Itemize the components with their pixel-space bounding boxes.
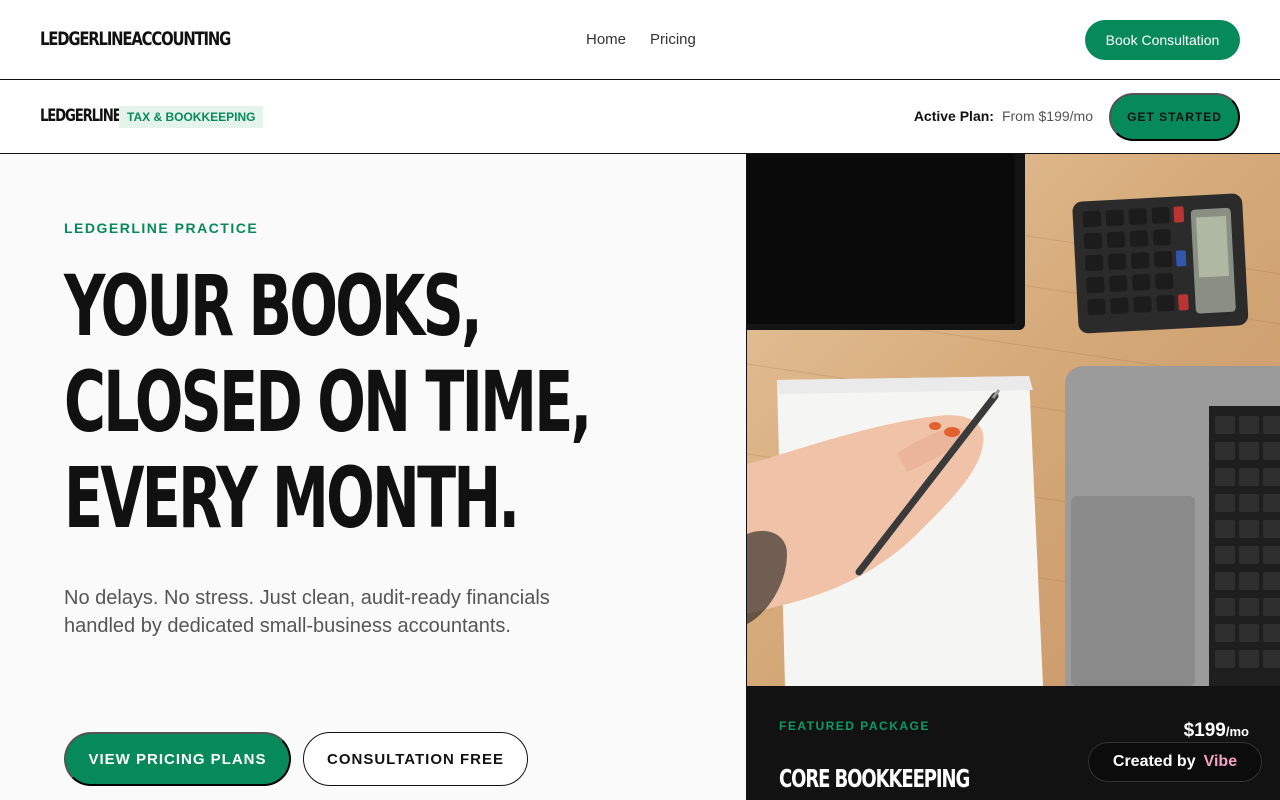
headline-line-2: CLOSED ON TIME,	[64, 353, 592, 451]
hero-subtext: No delays. No stress. Just clean, audit-…	[64, 587, 550, 637]
hero-headline: YOUR BOOKS, CLOSED ON TIME, EVERY MONTH.	[64, 257, 592, 547]
featured-price-amount: $199	[1183, 720, 1226, 741]
hero-photo	[747, 154, 1280, 686]
featured-price-unit: /mo	[1225, 724, 1249, 739]
view-pricing-button[interactable]: VIEW PRICING PLANS	[64, 732, 291, 786]
book-consultation-button[interactable]: Book Consultation	[1085, 20, 1240, 60]
get-started-button[interactable]: GET STARTED	[1109, 93, 1240, 141]
hero-visual: FEATURED PACKAGE $199/mo CORE BOOKKEEPIN…	[746, 154, 1280, 800]
desk-photo-illustration	[747, 154, 1280, 686]
sub-navbar: LEDGERLINE TAX & BOOKKEEPING Active Plan…	[0, 80, 1280, 154]
featured-title: CORE BOOKKEEPING	[779, 764, 970, 793]
active-plan-info: Active Plan: From $199/mo	[914, 108, 1093, 124]
site-logo[interactable]: LEDGERLINEACCOUNTING	[40, 28, 231, 50]
main-nav: Home Pricing	[586, 31, 696, 48]
top-navbar: LEDGERLINEACCOUNTING Home Pricing Book C…	[0, 0, 1280, 80]
hero-eyebrow: LEDGERLINE PRACTICE	[64, 220, 259, 236]
created-by-badge[interactable]: Created by Vibe	[1088, 742, 1262, 782]
featured-price: $199/mo	[1184, 720, 1249, 742]
nav-pricing-link[interactable]: Pricing	[650, 31, 696, 48]
headline-line-1: YOUR BOOKS,	[64, 257, 483, 355]
free-consultation-button[interactable]: CONSULTATION FREE	[303, 732, 528, 786]
badge-brand: Vibe	[1203, 753, 1238, 770]
active-plan-label: Active Plan:	[913, 108, 994, 124]
hero-section: LEDGERLINE PRACTICE YOUR BOOKS, CLOSED O…	[0, 154, 746, 800]
headline-line-3: EVERY MONTH.	[64, 449, 520, 547]
badge-prefix: Created by	[1112, 753, 1196, 770]
nav-home-link[interactable]: Home	[586, 31, 626, 48]
service-tag: TAX & BOOKKEEPING	[119, 106, 264, 128]
featured-eyebrow: FEATURED PACKAGE	[779, 719, 930, 733]
active-plan-value: From $199/mo	[1001, 108, 1093, 124]
sub-logo[interactable]: LEDGERLINE	[40, 106, 122, 126]
